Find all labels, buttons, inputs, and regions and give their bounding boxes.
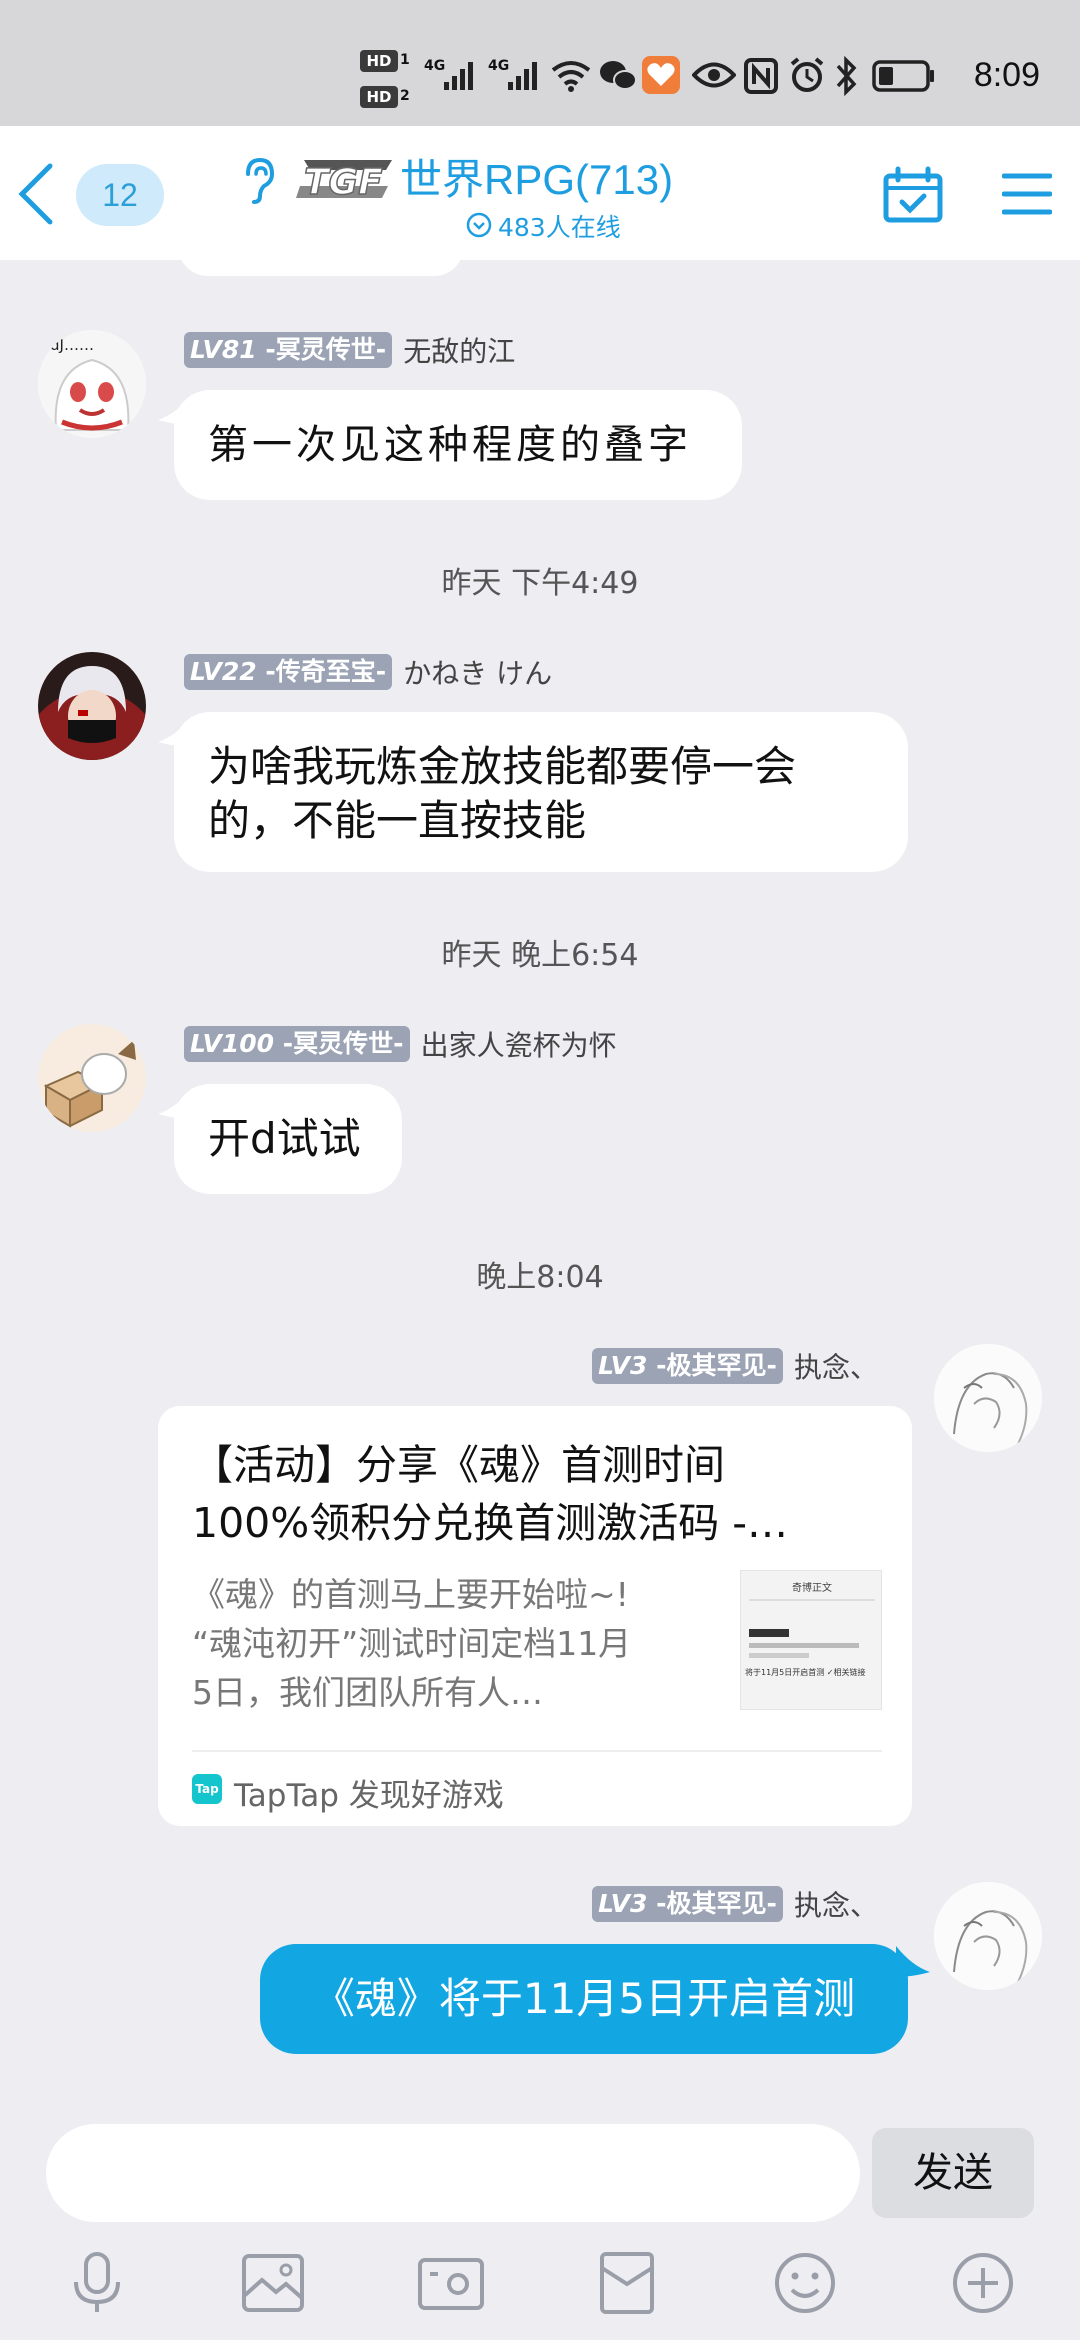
message-bubble[interactable]: 第一次见这种程度的叠字 — [174, 390, 742, 500]
send-button[interactable]: 发送 — [872, 2128, 1034, 2218]
microphone-icon[interactable] — [62, 2250, 132, 2316]
svg-text:TGF: TGF — [304, 162, 383, 202]
thumbnail-block — [749, 1653, 809, 1658]
user-avatar-image — [934, 1344, 1042, 1452]
sender-name[interactable]: 出家人瓷杯为怀 — [421, 1024, 617, 1064]
emoji-icon[interactable] — [770, 2250, 840, 2316]
message-bubble[interactable]: 《魂》将于11月5日开启首测 — [260, 1944, 908, 2054]
signal-icon — [508, 62, 537, 90]
message-meta: LV100 -冥灵传世- 出家人瓷杯为怀 — [184, 1024, 617, 1062]
avatar[interactable]: dJ…… — [38, 330, 146, 438]
hd2-number: 2 — [400, 88, 410, 104]
user-avatar-image: dJ…… — [38, 330, 146, 438]
eye-icon — [692, 62, 736, 88]
group-title[interactable]: 世界RPG(713) — [400, 146, 673, 207]
sender-name[interactable]: 执念、 — [794, 1346, 878, 1386]
status-bar: HD 1 HD 2 4G 4G 8:09 — [0, 0, 1080, 126]
svg-text:dJ……: dJ…… — [50, 336, 94, 354]
online-count: 483人在线 — [498, 213, 621, 242]
card-description-line: 《魂》的首测马上要开始啦~! — [192, 1575, 629, 1614]
plus-icon[interactable] — [948, 2250, 1018, 2316]
avatar[interactable] — [934, 1882, 1042, 1990]
ear-icon[interactable] — [238, 156, 278, 206]
thumbnail-text: 将于11月5日开启首测 ✓相关链接 — [745, 1668, 866, 1677]
message-input[interactable] — [46, 2124, 860, 2222]
message-meta: LV3 -极其罕见- 执念、 — [592, 1346, 878, 1384]
camera-icon[interactable] — [416, 2250, 486, 2316]
avatar[interactable] — [38, 1024, 146, 1132]
card-description-line: “魂沌初开”测试时间定档11月 — [192, 1624, 632, 1663]
level-badge: LV81 -冥灵传世- — [184, 332, 393, 368]
chat-header: 12 TGF 世界RPG(713) 483人在线 — [0, 126, 1080, 260]
message-meta: LV3 -极其罕见- 执念、 — [592, 1884, 878, 1922]
sender-name[interactable]: 无敌的江 — [403, 330, 515, 370]
online-check-icon — [466, 212, 492, 238]
card-source: TapTap 发现好游戏 — [234, 1778, 504, 1814]
card-description-line: 5日，我们团队所有人… — [192, 1673, 543, 1712]
thumbnail-divider — [749, 1599, 875, 1601]
message-bubble[interactable]: 开d试试 — [174, 1084, 402, 1194]
card-title-line: 【活动】分享《魂》首测时间 — [192, 1441, 725, 1489]
timestamp: 晚上8:04 — [476, 1260, 604, 1295]
wifi-icon — [551, 61, 591, 92]
clock: 8:09 — [973, 56, 1040, 94]
card-description: 《魂》的首测马上要开始啦~! “魂沌初开”测试时间定档11月 5日，我们团队所有… — [192, 1570, 692, 1717]
sender-name[interactable]: 执念、 — [794, 1884, 878, 1924]
bubble-tail — [896, 1946, 930, 1977]
link-card[interactable]: 【活动】分享《魂》首测时间 100%领积分兑换首测激活码 -… 《魂》的首测马上… — [158, 1406, 912, 1826]
level-badge: LV22 -传奇至宝- — [184, 654, 393, 690]
red-packet-icon[interactable] — [592, 2250, 662, 2316]
card-divider — [192, 1750, 882, 1752]
level-badge: LV100 -冥灵传世- — [184, 1026, 410, 1062]
message-bubble[interactable]: 为啥我玩炼金放技能都要停一会 的，不能一直按技能 — [174, 712, 908, 872]
avatar[interactable] — [934, 1344, 1042, 1452]
user-avatar-image — [934, 1882, 1042, 1990]
calendar-icon[interactable] — [882, 166, 944, 224]
thumbnail-title: 奇博正文 — [792, 1583, 832, 1594]
avatar[interactable] — [38, 652, 146, 760]
hd1-number: 1 — [400, 52, 410, 68]
card-title: 【活动】分享《魂》首测时间 100%领积分兑换首测激活码 -… — [192, 1436, 882, 1552]
menu-icon[interactable] — [1002, 172, 1052, 216]
tgf-logo: TGF — [296, 160, 392, 202]
unread-count-badge[interactable]: 12 — [76, 164, 164, 226]
message-meta: LV81 -冥灵传世- 无敌的江 — [184, 330, 515, 368]
battery-icon — [872, 60, 934, 92]
health-app-icon — [642, 56, 680, 94]
hd1-indicator: HD — [360, 50, 398, 72]
card-title-line: 100%领积分兑换首测激活码 -… — [192, 1499, 789, 1547]
user-avatar-image — [38, 1024, 146, 1132]
timestamp: 昨天 下午4:49 — [441, 566, 639, 601]
message-text-line: 的，不能一直按技能 — [208, 796, 587, 845]
wechat-icon — [600, 61, 637, 90]
message-text-line: 为啥我玩炼金放技能都要停一会 — [208, 742, 797, 791]
alarm-icon — [790, 57, 824, 92]
message-meta: LV22 -传奇至宝- かねき けん — [184, 652, 552, 690]
bluetooth-icon — [836, 56, 857, 96]
back-button[interactable] — [14, 162, 58, 226]
level-badge: LV3 -极其罕见- — [592, 1348, 783, 1384]
taptap-icon: Tap — [192, 1774, 222, 1804]
level-badge: LV3 -极其罕见- — [592, 1886, 783, 1922]
previous-message-bubble — [178, 240, 464, 276]
signal-icon — [444, 62, 473, 90]
card-thumbnail: 奇博正文 将于11月5日开启首测 ✓相关链接 — [740, 1570, 882, 1710]
hd2-indicator: HD — [360, 86, 398, 108]
user-avatar-image — [38, 652, 146, 760]
thumbnail-block — [749, 1629, 789, 1637]
timestamp: 昨天 晚上6:54 — [441, 938, 639, 973]
image-icon[interactable] — [238, 2250, 308, 2316]
thumbnail-block — [749, 1643, 859, 1648]
nfc-icon — [744, 58, 778, 94]
sender-name[interactable]: かねき けん — [403, 652, 552, 692]
